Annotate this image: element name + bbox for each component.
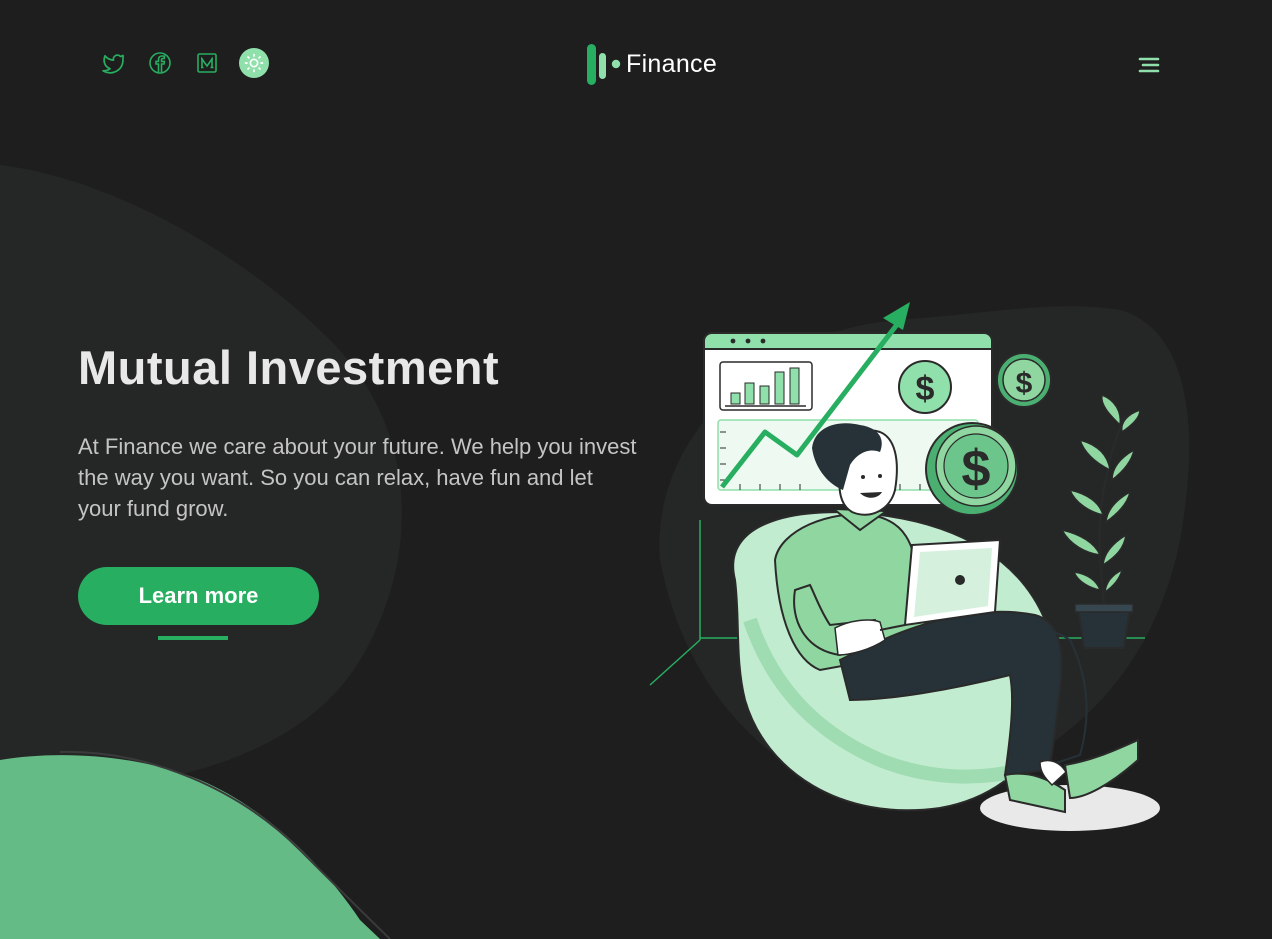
svg-text:$: $ [916, 370, 935, 408]
hamburger-menu-icon[interactable] [1136, 52, 1162, 78]
medium-icon[interactable] [192, 48, 222, 78]
brand-logo[interactable]: Finance [586, 42, 717, 86]
twitter-icon[interactable] [98, 48, 128, 78]
hero-description: At Finance we care about your future. We… [78, 434, 637, 521]
social-links [98, 48, 269, 78]
decorative-green-blob [0, 750, 391, 939]
facebook-icon[interactable] [145, 48, 175, 78]
logo-mark-icon [586, 42, 622, 86]
learn-more-button[interactable]: Learn more [78, 567, 319, 625]
investor-illustration: $ $ $ [649, 302, 1160, 831]
hero-title: Mutual Investment [78, 341, 500, 394]
svg-text:$: $ [962, 440, 991, 498]
hero-section: Mutual Investment At Finance we care abo… [78, 340, 658, 524]
site-header: Finance [0, 0, 1272, 128]
brand-name: Finance [626, 49, 718, 78]
svg-text:$: $ [1016, 367, 1033, 400]
cta-underline-decoration [158, 636, 228, 640]
sun-icon[interactable] [239, 48, 269, 78]
